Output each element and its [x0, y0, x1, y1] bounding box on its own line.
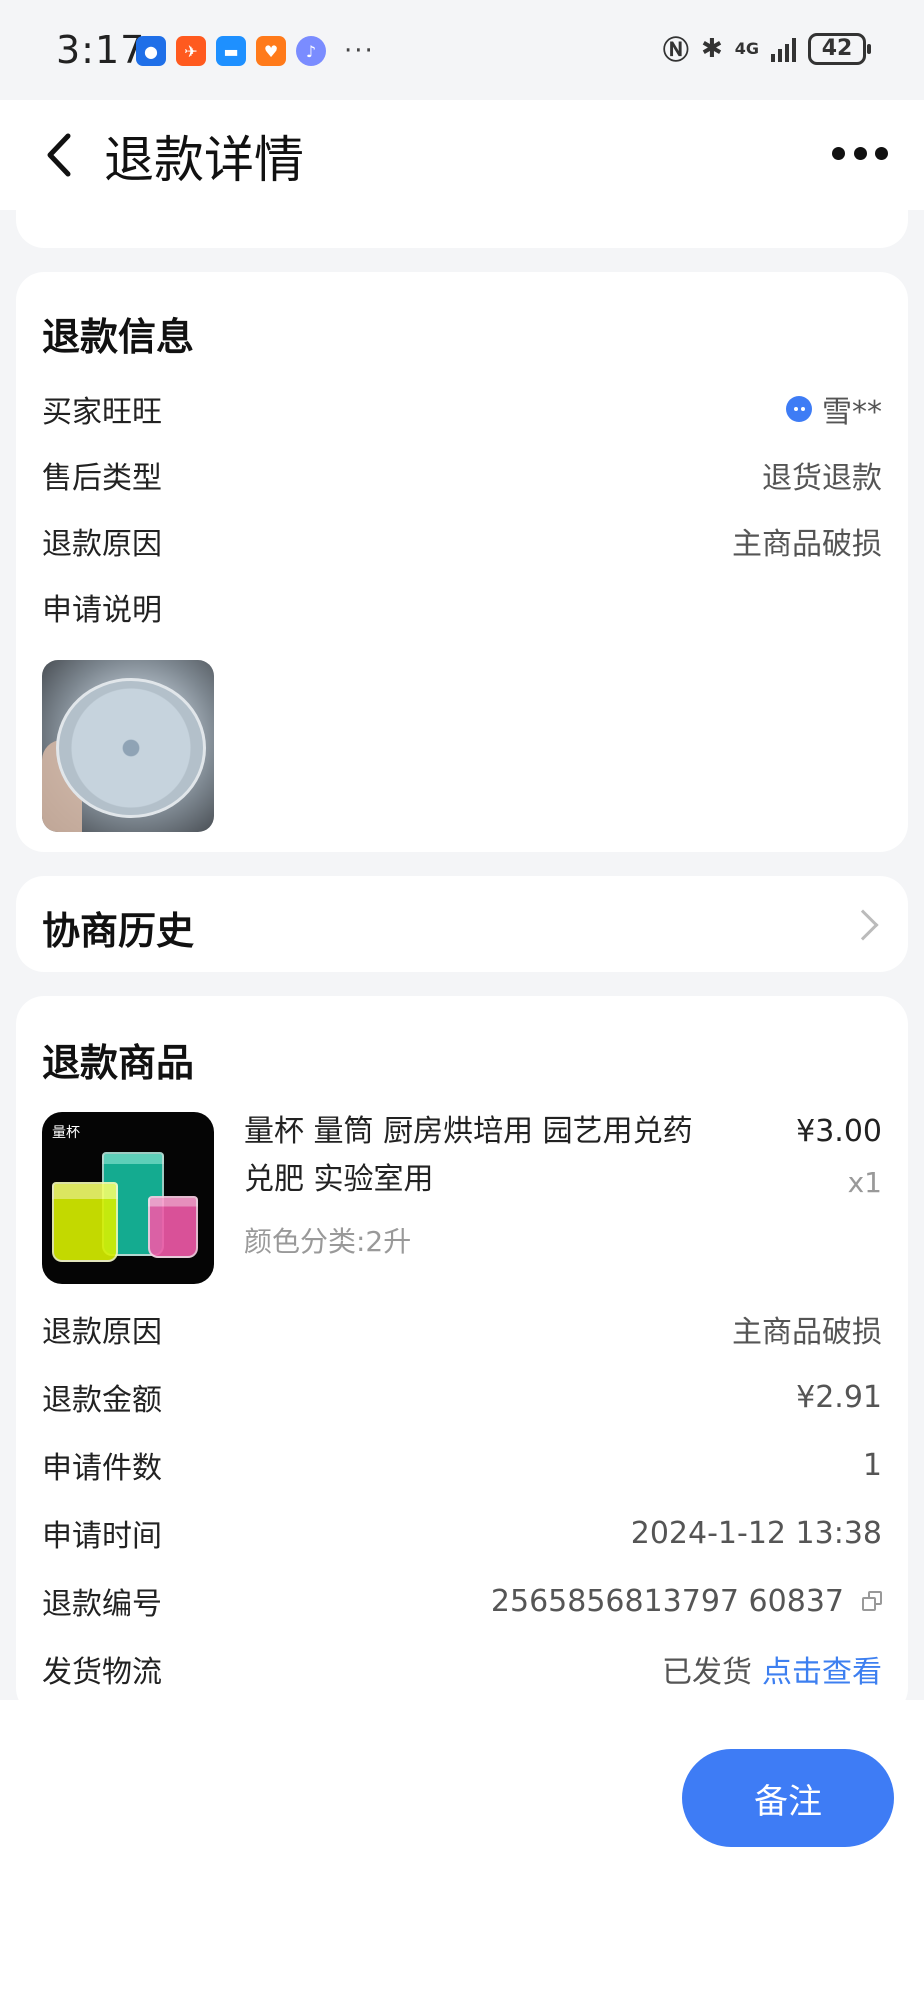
- battery-level: 42: [821, 36, 853, 61]
- buyer-row: 买家旺旺 雪**: [42, 384, 882, 434]
- more-dot-icon: [853, 146, 867, 160]
- chevron-right-icon: [847, 909, 879, 941]
- apply-time-row: 申请时间 2024-1-12 13:38: [42, 1508, 882, 1558]
- chat-app-icon: ▬: [216, 36, 246, 66]
- status-bar: 3:17 ● ✈ ▬ ♥ ♪ ··· Ⓝ ✱ 4G 42: [0, 0, 924, 100]
- application-note-label: 申请说明: [42, 593, 162, 628]
- shipping-row: 发货物流 已发货 点击查看: [42, 1644, 882, 1694]
- back-button[interactable]: [40, 130, 84, 180]
- refund-amount-row: 退款金额 ¥2.91: [42, 1372, 882, 1422]
- aftersale-type-row: 售后类型 退货退款: [42, 450, 882, 500]
- product-price: ¥3.00: [796, 1114, 882, 1149]
- more-notifications-icon: ···: [344, 36, 375, 66]
- product-name[interactable]: 量杯 量筒 厨房烘培用 园艺用兑药兑肥 实验室用: [244, 1108, 704, 1204]
- app-notification-icon: ♥: [256, 36, 286, 66]
- page-title: 退款详情: [104, 131, 304, 189]
- apply-time-label: 申请时间: [42, 1519, 162, 1554]
- evidence-photo[interactable]: [42, 660, 214, 832]
- shipping-value: 已发货 点击查看: [662, 1647, 882, 1691]
- product-quantity: x1: [847, 1166, 882, 1199]
- refund-number-row: 退款编号 2565856813797 60837: [42, 1576, 882, 1626]
- network-type-label: 4G: [734, 39, 759, 58]
- refund-number-text: 2565856813797 60837: [490, 1583, 844, 1619]
- goods-refund-reason-label: 退款原因: [42, 1315, 162, 1350]
- refund-info-card: 退款信息 买家旺旺 雪** 售后类型 退货退款 退款原因 主商品破损 申请说明: [16, 272, 908, 852]
- refund-goods-title: 退款商品: [42, 1041, 195, 1085]
- more-options-button[interactable]: [832, 140, 888, 166]
- chevron-left-icon: [47, 133, 71, 177]
- bottom-area: [0, 1700, 924, 2000]
- wangwang-chat-icon: [786, 396, 812, 422]
- refund-number-label: 退款编号: [42, 1587, 162, 1622]
- copy-icon[interactable]: [862, 1591, 882, 1611]
- buyer-value[interactable]: 雪**: [786, 387, 882, 431]
- refund-amount-value: ¥2.91: [796, 1379, 882, 1415]
- application-note-row: 申请说明: [42, 582, 882, 632]
- signal-icon: [771, 36, 796, 62]
- refund-reason-value: 主商品破损: [732, 527, 882, 562]
- refund-number-value: 2565856813797 60837: [491, 1584, 882, 1619]
- apply-count-value: 1: [862, 1447, 882, 1483]
- goods-refund-reason-value: 主商品破损: [732, 1315, 882, 1350]
- refund-amount-label: 退款金额: [42, 1383, 162, 1418]
- apply-count-row: 申请件数 1: [42, 1440, 882, 1490]
- battery-icon: 42: [808, 32, 871, 65]
- bluetooth-icon: ✱: [700, 33, 723, 64]
- view-logistics-link[interactable]: 点击查看: [762, 1647, 882, 1691]
- product-spec: 颜色分类:2升: [244, 1225, 412, 1258]
- system-icons: Ⓝ ✱ 4G 42: [662, 30, 871, 67]
- apply-time-value: 2024-1-12 13:38: [630, 1515, 882, 1551]
- aftersale-type-value: 退货退款: [762, 461, 882, 496]
- nfc-icon: Ⓝ: [662, 36, 689, 66]
- buyer-name: 雪**: [822, 395, 882, 430]
- buyer-label: 买家旺旺: [42, 395, 162, 430]
- navigation-bar: 退款详情: [0, 100, 924, 210]
- app-notification-icon: ●: [136, 36, 166, 66]
- shipping-label: 发货物流: [42, 1655, 162, 1690]
- goods-refund-reason-row: 退款原因 主商品破损: [42, 1304, 882, 1354]
- refund-reason-label: 退款原因: [42, 527, 162, 562]
- previous-card: [16, 200, 908, 248]
- app-notification-icon: ✈: [176, 36, 206, 66]
- more-dot-icon: [832, 146, 845, 160]
- negotiation-history-title: 协商历史: [42, 909, 195, 953]
- notification-icons: ● ✈ ▬ ♥ ♪ ···: [136, 36, 375, 66]
- product-image[interactable]: 量杯: [42, 1112, 214, 1284]
- refund-reason-row: 退款原因 主商品破损: [42, 516, 882, 566]
- status-time: 3:17: [56, 28, 146, 72]
- more-dot-icon: [875, 146, 888, 160]
- product-image-tag: 量杯: [52, 1125, 80, 1141]
- refund-goods-card: 退款商品 量杯 量杯 量筒 厨房烘培用 园艺用兑药兑肥 实验室用 颜色分类:2升…: [16, 996, 908, 1716]
- music-app-icon: ♪: [296, 36, 326, 66]
- refund-info-title: 退款信息: [42, 315, 195, 359]
- apply-count-label: 申请件数: [42, 1451, 162, 1486]
- note-button[interactable]: 备注: [682, 1749, 894, 1847]
- negotiation-history-card[interactable]: 协商历史: [16, 876, 908, 972]
- shipping-status: 已发货: [662, 1655, 752, 1690]
- aftersale-type-label: 售后类型: [42, 461, 162, 496]
